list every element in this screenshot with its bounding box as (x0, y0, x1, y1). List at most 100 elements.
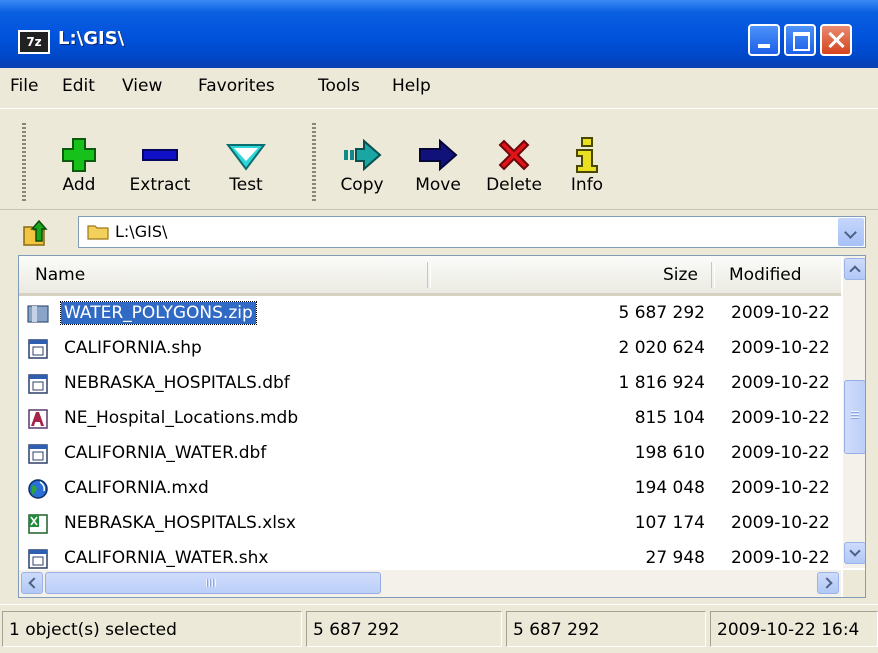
scroll-up-button[interactable] (844, 258, 865, 280)
app-icon[interactable]: 7z (18, 30, 50, 54)
file-name: NE_Hospital_Locations.mdb (64, 408, 299, 428)
list-item[interactable]: NEBRASKA_HOSPITALS.dbf 1 816 924 2009-10… (19, 366, 841, 401)
vertical-scroll-thumb[interactable] (844, 380, 865, 454)
minus-icon (142, 149, 178, 161)
add-button[interactable]: Add (43, 129, 115, 201)
app-window: 7z L:\GIS\ File Edit View Favorites Tool… (0, 0, 878, 653)
menu-bar: File Edit View Favorites Tools Help (0, 68, 878, 109)
file-size: 198 610 (634, 443, 705, 463)
extract-button[interactable]: Extract (124, 129, 196, 201)
scrollbar-corner (843, 570, 865, 597)
status-packed-size: 5 687 292 (506, 611, 706, 647)
maximize-button[interactable] (784, 24, 816, 56)
menu-edit[interactable]: Edit (62, 76, 95, 96)
column-divider[interactable] (711, 262, 715, 288)
file-size: 107 174 (634, 513, 705, 533)
menu-help[interactable]: Help (392, 76, 431, 96)
file-modified: 2009-10-22 (731, 443, 830, 463)
status-modified: 2009-10-22 16:4 (710, 611, 878, 647)
file-modified: 2009-10-22 (731, 373, 830, 393)
delete-x-icon (498, 139, 530, 171)
test-label: Test (229, 175, 263, 195)
toolbar-grip[interactable] (22, 123, 26, 201)
add-label: Add (62, 175, 96, 195)
up-folder-icon[interactable] (18, 217, 50, 249)
folder-icon (87, 225, 109, 240)
file-size: 2 020 624 (618, 338, 705, 358)
window-title: L:\GIS\ (58, 28, 125, 49)
file-size: 27 948 (645, 548, 705, 568)
toolbar: Add Extract Test Copy Move Delete Info (0, 109, 878, 210)
zip-archive-icon (27, 305, 49, 323)
generic-file-icon (28, 374, 48, 394)
list-item[interactable]: CALIFORNIA.mxd 194 048 2009-10-22 (19, 471, 841, 506)
file-name: CALIFORNIA.mxd (64, 478, 209, 498)
file-name: CALIFORNIA_WATER.shx (64, 548, 269, 568)
file-name: CALIFORNIA_WATER.dbf (64, 443, 267, 463)
file-modified: 2009-10-22 (731, 408, 830, 428)
address-bar: L:\GIS\ (0, 211, 878, 253)
address-field[interactable]: L:\GIS\ (78, 216, 866, 248)
test-button[interactable]: Test (210, 129, 282, 201)
column-modified[interactable]: Modified (729, 265, 802, 285)
file-name: NEBRASKA_HOSPITALS.xlsx (64, 513, 296, 533)
file-modified: 2009-10-22 (731, 513, 830, 533)
move-arrow-icon (419, 138, 458, 172)
test-check-icon (226, 144, 266, 171)
column-size[interactable]: Size (663, 265, 698, 285)
scroll-down-button[interactable] (844, 542, 865, 564)
status-selection: 1 object(s) selected (2, 611, 302, 647)
list-item[interactable]: NE_Hospital_Locations.mdb 815 104 2009-1… (19, 401, 841, 436)
file-name: WATER_POLYGONS.zip (60, 301, 257, 325)
extract-label: Extract (129, 175, 191, 195)
file-modified: 2009-10-22 (731, 478, 830, 498)
file-size: 5 687 292 (618, 303, 705, 323)
column-name[interactable]: Name (35, 265, 85, 285)
status-size: 5 687 292 (306, 611, 502, 647)
file-size: 815 104 (634, 408, 705, 428)
file-modified: 2009-10-22 (731, 338, 830, 358)
list-item[interactable]: NEBRASKA_HOSPITALS.xlsx 107 174 2009-10-… (19, 506, 841, 541)
scroll-right-button[interactable] (817, 572, 839, 594)
scroll-left-button[interactable] (21, 572, 43, 594)
info-button[interactable]: Info (551, 129, 623, 201)
info-label: Info (570, 175, 604, 195)
generic-file-icon (28, 549, 48, 569)
generic-file-icon (28, 444, 48, 464)
title-bar[interactable]: 7z L:\GIS\ (0, 0, 878, 68)
list-item[interactable]: WATER_POLYGONS.zip 5 687 292 2009-10-22 (19, 296, 841, 331)
file-modified: 2009-10-22 (731, 303, 830, 323)
vertical-scrollbar[interactable] (843, 256, 865, 568)
delete-button[interactable]: Delete (478, 129, 550, 201)
file-list: Name Size Modified WATER_POLYGONS.zip 5 … (18, 255, 866, 598)
horizontal-scroll-thumb[interactable] (45, 572, 381, 594)
excel-file-icon (28, 514, 48, 534)
status-bar: 1 object(s) selected 5 687 292 5 687 292… (0, 604, 878, 653)
copy-button[interactable]: Copy (326, 129, 398, 201)
file-size: 194 048 (634, 478, 705, 498)
file-modified: 2009-10-22 (731, 548, 830, 568)
arcmap-document-icon (28, 479, 48, 499)
list-item[interactable]: CALIFORNIA.shp 2 020 624 2009-10-22 (19, 331, 841, 366)
column-header: Name Size Modified (19, 256, 841, 296)
minimize-button[interactable] (748, 24, 780, 56)
file-size: 1 816 924 (618, 373, 705, 393)
address-dropdown-button[interactable] (838, 218, 864, 246)
list-item[interactable]: CALIFORNIA_WATER.dbf 198 610 2009-10-22 (19, 436, 841, 471)
menu-view[interactable]: View (122, 76, 162, 96)
access-database-icon (28, 409, 48, 429)
generic-file-icon (28, 339, 48, 359)
close-button[interactable] (820, 24, 852, 56)
menu-favorites[interactable]: Favorites (198, 76, 275, 96)
copy-arrow-icon (344, 138, 382, 172)
menu-tools[interactable]: Tools (318, 76, 360, 96)
move-button[interactable]: Move (402, 129, 474, 201)
column-divider[interactable] (427, 262, 431, 288)
menu-file[interactable]: File (10, 76, 38, 96)
info-i-icon (576, 137, 598, 173)
horizontal-scrollbar[interactable] (19, 570, 841, 597)
file-name: NEBRASKA_HOSPITALS.dbf (64, 373, 290, 393)
file-name: CALIFORNIA.shp (64, 338, 202, 358)
add-icon (62, 138, 96, 172)
address-path: L:\GIS\ (115, 222, 168, 241)
